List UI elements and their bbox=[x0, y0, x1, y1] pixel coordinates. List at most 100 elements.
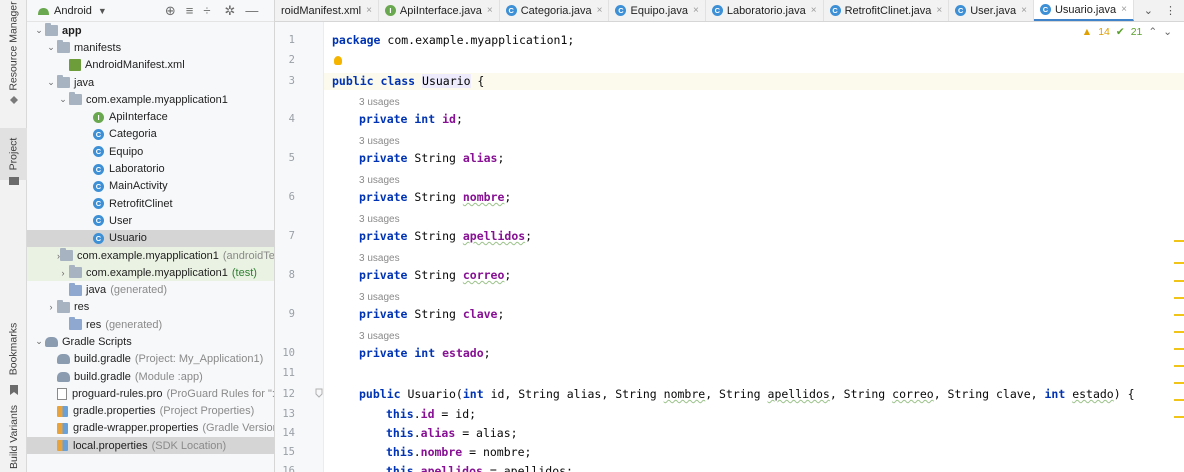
package-icon bbox=[60, 248, 73, 261]
gear-icon[interactable]: ✲ bbox=[224, 4, 235, 17]
chevron-down-icon[interactable]: ⌄ bbox=[45, 77, 57, 88]
project-tab[interactable]: Project bbox=[0, 128, 27, 180]
tree-item-package-test[interactable]: › com.example.myapplication1 (test) bbox=[27, 264, 274, 282]
chevron-down-icon[interactable]: ⌄ bbox=[57, 94, 69, 105]
tab-user[interactable]: C User.java × bbox=[949, 0, 1034, 21]
close-icon[interactable]: × bbox=[936, 5, 942, 16]
close-icon[interactable]: × bbox=[597, 5, 603, 16]
tab-retrofitclinet[interactable]: C RetrofitClinet.java × bbox=[824, 0, 950, 21]
tree-item-retrofitclinet[interactable]: C RetrofitClinet bbox=[27, 195, 274, 212]
tree-item-manifests[interactable]: ⌄ manifests bbox=[27, 39, 274, 56]
warning-mark[interactable] bbox=[1174, 416, 1184, 418]
usage-hint[interactable]: 3 usages bbox=[359, 253, 400, 264]
tree-item-apiinterface[interactable]: I ApiInterface bbox=[27, 108, 274, 125]
editor-tab-bar: roidManifest.xml × I ApiInterface.java × CC… bbox=[275, 0, 1184, 22]
tab-usuario[interactable]: C Usuario.java × bbox=[1033, 0, 1134, 21]
tree-item-mainactivity[interactable]: C MainActivity bbox=[27, 178, 274, 195]
lightbulb-icon[interactable] bbox=[334, 56, 342, 65]
tree-item-package-androidtest[interactable]: › com.example.myapplication1 (androidTes… bbox=[27, 246, 274, 265]
inspection-widget[interactable]: ▲ 14 ✔ 21 ⌃ ⌄ bbox=[1082, 26, 1172, 38]
build-variants-tab[interactable]: Build Variants bbox=[0, 404, 27, 470]
tree-item-gradle-scripts[interactable]: ⌄ Gradle Scripts bbox=[27, 333, 274, 350]
chevron-down-icon[interactable]: ⌄ bbox=[1144, 4, 1153, 17]
close-icon[interactable]: × bbox=[693, 5, 699, 16]
tab-apiinterface[interactable]: I ApiInterface.java × bbox=[379, 0, 500, 21]
target-icon[interactable]: ⊕ bbox=[165, 4, 176, 17]
tab-equipo[interactable]: C Equipo.java × bbox=[609, 0, 706, 21]
hide-icon[interactable]: — bbox=[245, 4, 258, 17]
close-icon[interactable]: × bbox=[1021, 5, 1027, 16]
chevron-right-icon[interactable]: › bbox=[45, 302, 57, 312]
usage-hint[interactable]: 3 usages bbox=[359, 97, 400, 108]
tree-item-java-generated[interactable]: java (generated) bbox=[27, 281, 274, 298]
code-editor[interactable]: 1 2 3 4 5 6 7 8 9 10 11 12 13 14 15 16 p… bbox=[275, 22, 1184, 472]
tree-item-package[interactable]: ⌄ com.example.myapplication1 bbox=[27, 91, 274, 108]
tree-item-categoria[interactable]: C Categoria bbox=[27, 126, 274, 143]
tree-item-local-properties[interactable]: local.properties (SDK Location) bbox=[27, 437, 274, 455]
tree-item-build-gradle-module[interactable]: build.gradle (Module :app) bbox=[27, 368, 274, 385]
line-number: 7 bbox=[288, 230, 295, 242]
close-icon[interactable]: × bbox=[811, 5, 817, 16]
tab-laboratorio[interactable]: C Laboratorio.java × bbox=[706, 0, 824, 21]
chevron-down-icon[interactable]: ▼ bbox=[98, 6, 107, 16]
collapse-all-icon[interactable]: ÷ bbox=[203, 4, 210, 17]
tree-item-app[interactable]: ⌄ app bbox=[27, 22, 274, 39]
warning-mark[interactable] bbox=[1174, 240, 1184, 242]
tab-label: roidManifest.xml bbox=[281, 4, 362, 17]
gradle-icon bbox=[45, 336, 58, 347]
chevron-down-icon[interactable]: ⌄ bbox=[45, 42, 57, 53]
code-line-15: this.nombre = nombre; bbox=[386, 445, 532, 459]
line-number: 11 bbox=[282, 367, 295, 379]
tree-item-user[interactable]: C User bbox=[27, 212, 274, 229]
tree-item-build-gradle-project[interactable]: build.gradle (Project: My_Application1) bbox=[27, 351, 274, 368]
check-icon: ✔ bbox=[1115, 26, 1125, 38]
chevron-down-icon[interactable]: ⌄ bbox=[33, 25, 45, 36]
tree-item-gradle-wrapper-properties[interactable]: gradle-wrapper.properties (Gradle Versio… bbox=[27, 420, 274, 437]
expand-all-icon[interactable]: ≡ bbox=[186, 4, 194, 17]
tree-item-androidmanifest[interactable]: AndroidManifest.xml bbox=[27, 57, 274, 74]
usage-hint[interactable]: 3 usages bbox=[359, 292, 400, 303]
package-icon bbox=[69, 265, 82, 279]
error-stripe[interactable] bbox=[1174, 52, 1184, 472]
tree-item-proguard[interactable]: proguard-rules.pro (ProGuard Rules for "… bbox=[27, 385, 274, 402]
chevron-right-icon[interactable]: › bbox=[57, 268, 69, 278]
warning-mark[interactable] bbox=[1174, 297, 1184, 299]
tab-androidmanifest[interactable]: roidManifest.xml × bbox=[275, 0, 379, 21]
warning-mark[interactable] bbox=[1174, 280, 1184, 282]
line-number: 1 bbox=[288, 34, 295, 46]
warning-mark[interactable] bbox=[1174, 365, 1184, 367]
tree-item-label: com.example.myapplication1 bbox=[86, 93, 228, 106]
usage-hint[interactable]: 3 usages bbox=[359, 331, 400, 342]
tab-label: User.java bbox=[970, 4, 1017, 17]
properties-file-icon bbox=[57, 405, 68, 417]
usage-hint[interactable]: 3 usages bbox=[359, 136, 400, 147]
tab-categoria[interactable]: C Categoria.java × bbox=[500, 0, 610, 21]
more-options-icon[interactable]: ⋮ bbox=[1165, 4, 1176, 17]
tree-item-equipo[interactable]: C Equipo bbox=[27, 143, 274, 160]
tree-item-label: Laboratorio bbox=[109, 163, 165, 176]
warning-mark[interactable] bbox=[1174, 348, 1184, 350]
warning-mark[interactable] bbox=[1174, 331, 1184, 333]
tree-item-gradle-properties[interactable]: gradle.properties (Project Properties) bbox=[27, 403, 274, 420]
close-icon[interactable]: × bbox=[487, 5, 493, 16]
chevron-down-icon[interactable]: ⌄ bbox=[33, 336, 45, 347]
warning-mark[interactable] bbox=[1174, 262, 1184, 264]
tree-item-laboratorio[interactable]: C Laboratorio bbox=[27, 160, 274, 177]
tree-item-java[interactable]: ⌄ java bbox=[27, 74, 274, 91]
usage-hint[interactable]: 3 usages bbox=[359, 214, 400, 225]
chevron-up-icon[interactable]: ⌃ bbox=[1148, 26, 1157, 38]
close-icon[interactable]: × bbox=[366, 5, 372, 16]
usage-hint[interactable]: 3 usages bbox=[359, 175, 400, 186]
project-view-selector[interactable]: Android bbox=[54, 5, 92, 17]
chevron-down-icon[interactable]: ⌄ bbox=[1163, 26, 1172, 38]
tree-item-usuario[interactable]: C Usuario bbox=[27, 229, 274, 247]
fold-icon[interactable] bbox=[315, 388, 323, 398]
resource-manager-tab[interactable]: Resource Manager bbox=[0, 1, 27, 90]
warning-mark[interactable] bbox=[1174, 399, 1184, 401]
tree-item-res[interactable]: › res bbox=[27, 299, 274, 316]
tree-item-res-generated[interactable]: res (generated) bbox=[27, 316, 274, 333]
close-icon[interactable]: × bbox=[1121, 4, 1127, 15]
warning-mark[interactable] bbox=[1174, 314, 1184, 316]
warning-mark[interactable] bbox=[1174, 382, 1184, 384]
bookmarks-tab[interactable]: Bookmarks bbox=[0, 318, 27, 380]
